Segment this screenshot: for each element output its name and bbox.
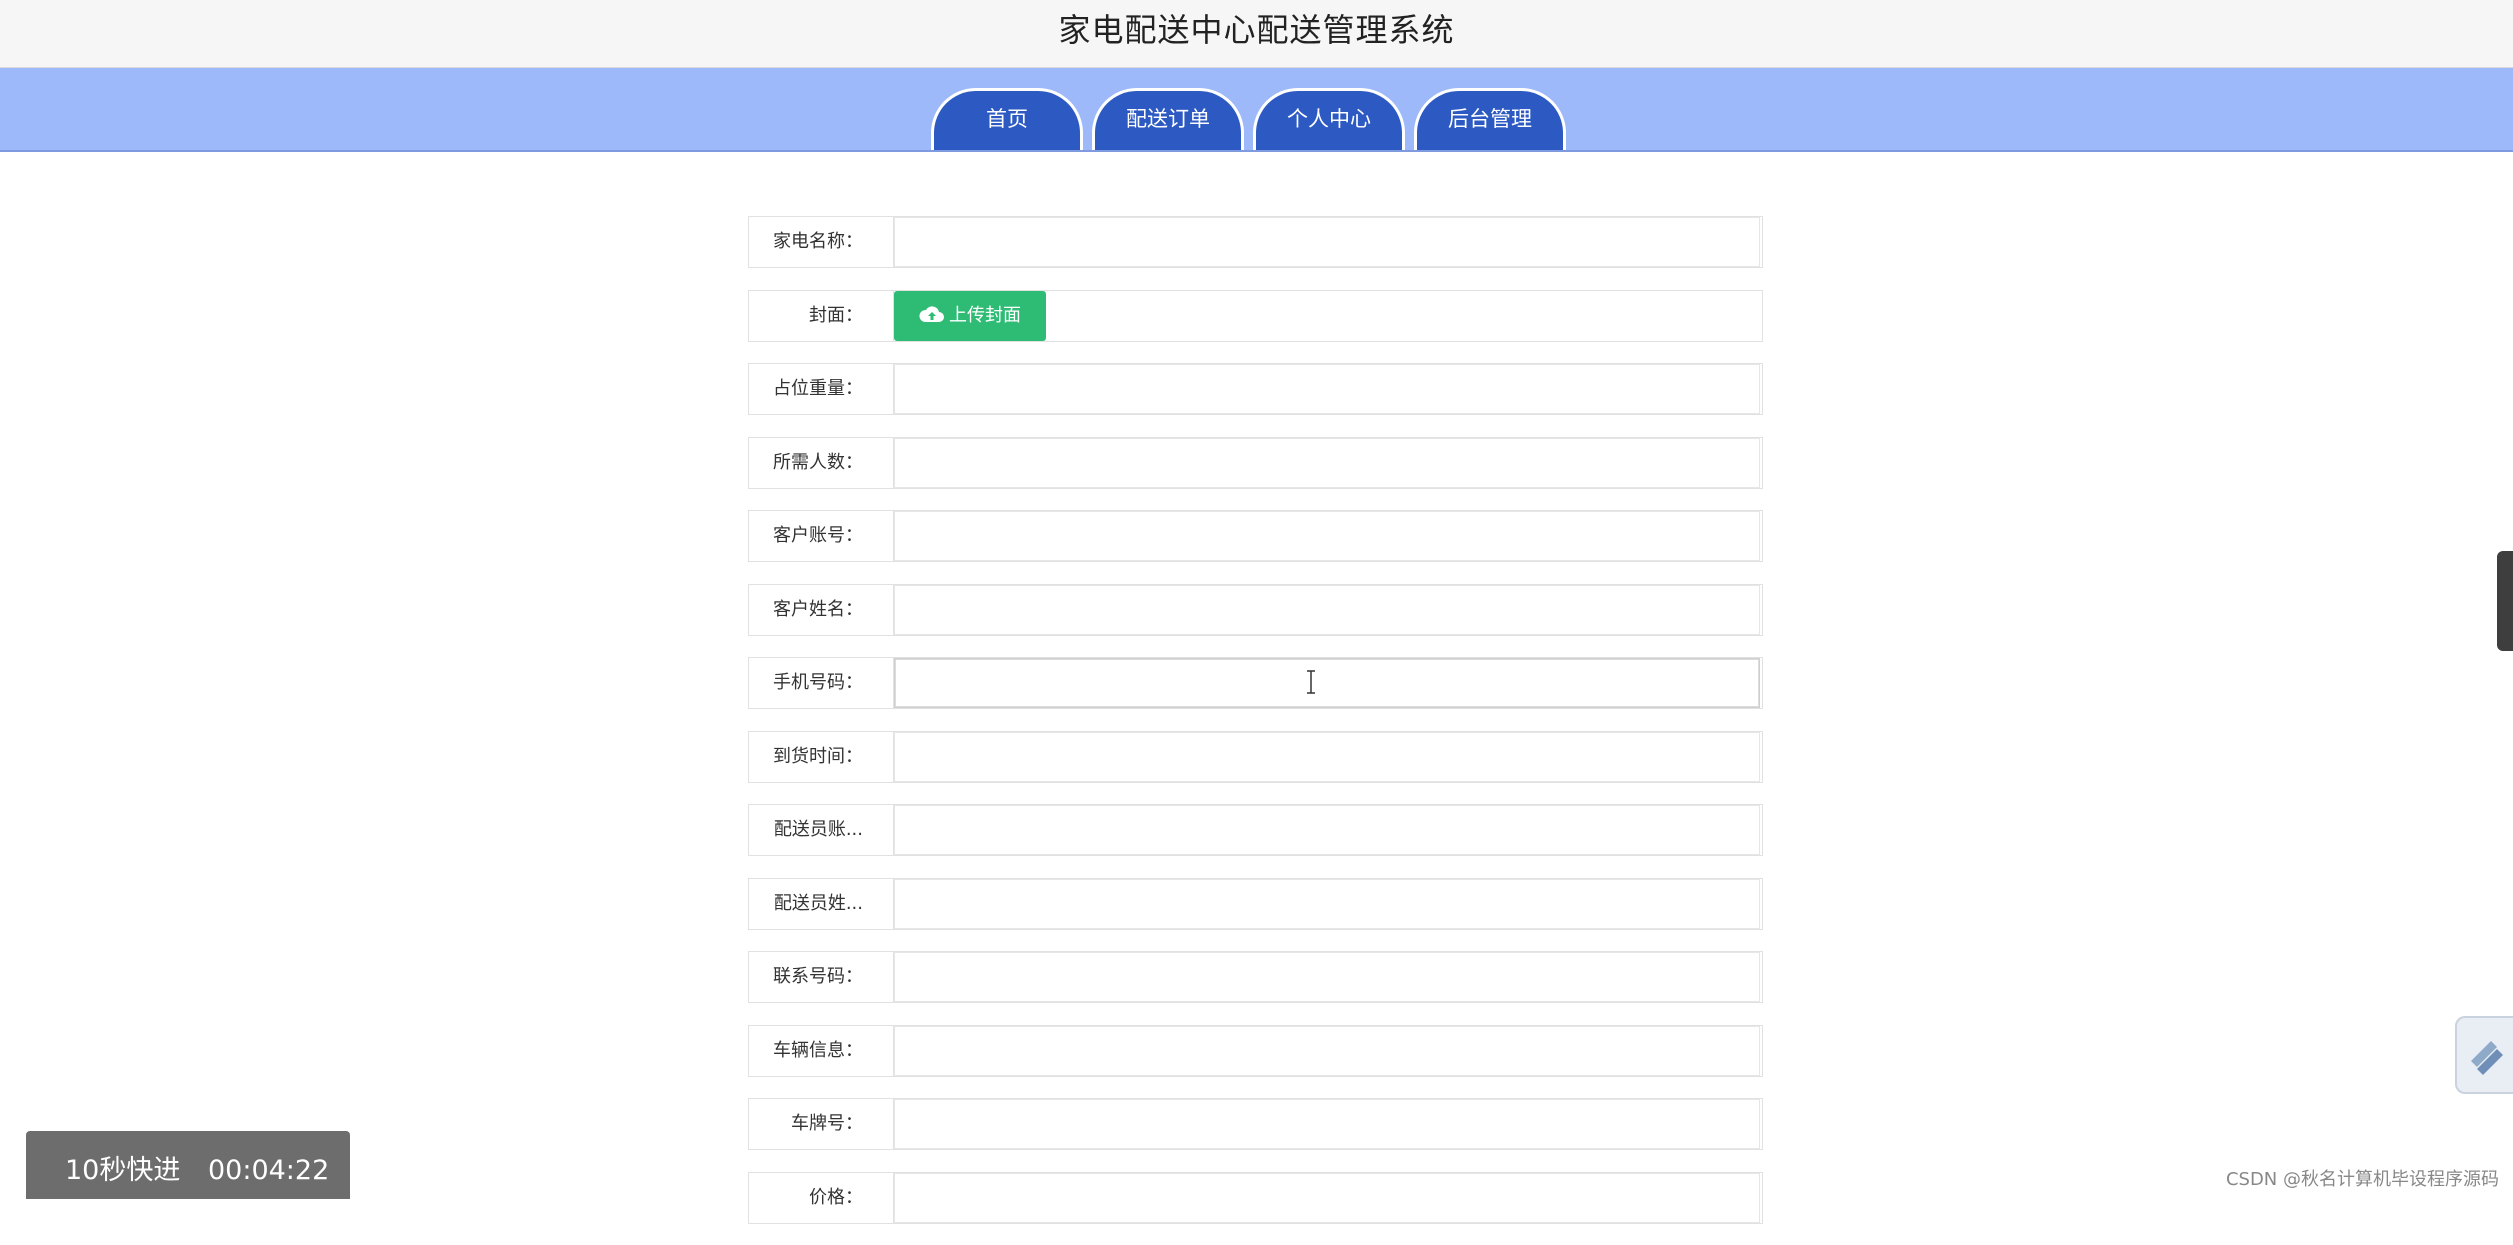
vehicle-info-input[interactable] bbox=[894, 1025, 1760, 1076]
field-cell bbox=[894, 217, 1762, 267]
plate-number-input[interactable] bbox=[894, 1099, 1760, 1149]
form-row-arrival-time: 到货时间： bbox=[748, 730, 1763, 783]
upload-cover-button[interactable]: 上传封面 bbox=[894, 290, 1046, 341]
field-cell bbox=[894, 1099, 1762, 1149]
field-label: 家电名称： bbox=[749, 217, 894, 267]
tab-personal-center[interactable]: 个人中心 bbox=[1253, 88, 1405, 150]
field-cell bbox=[894, 364, 1762, 414]
field-cell bbox=[894, 511, 1762, 561]
field-label: 封面： bbox=[749, 290, 894, 341]
tab-delivery-orders[interactable]: 配送订单 bbox=[1092, 88, 1244, 150]
upload-cover-label: 上传封面 bbox=[949, 304, 1021, 326]
field-label: 车辆信息： bbox=[749, 1025, 894, 1076]
form-row-courier-name: 配送员姓... bbox=[748, 877, 1763, 930]
customer-name-input[interactable] bbox=[894, 584, 1760, 635]
field-cell: 上传封面 bbox=[894, 290, 1762, 341]
nav-tabs: 首页 配送订单 个人中心 后台管理 bbox=[931, 88, 1566, 150]
courier-name-input[interactable] bbox=[894, 878, 1760, 929]
field-label: 联系号码： bbox=[749, 952, 894, 1002]
field-cell bbox=[894, 437, 1762, 488]
floating-action-button[interactable] bbox=[2455, 1016, 2513, 1094]
field-label: 手机号码： bbox=[749, 658, 894, 708]
fast-forward-label: 10秒快进 bbox=[65, 1155, 181, 1186]
form-row-price: 价格： bbox=[748, 1171, 1763, 1224]
playback-speed-indicator: 10秒快进 00:04:22 bbox=[26, 1131, 350, 1199]
field-label: 客户账号： bbox=[749, 511, 894, 561]
field-cell bbox=[894, 878, 1762, 929]
field-label: 客户姓名： bbox=[749, 584, 894, 635]
side-panel-handle[interactable] bbox=[2497, 551, 2513, 651]
delivery-form: 家电名称： 封面： 上传封面 占位重量： 所需人数： 客户账号： 客户姓名： 手… bbox=[748, 216, 1763, 1245]
cloud-upload-icon bbox=[919, 294, 945, 322]
phone-input[interactable] bbox=[894, 658, 1760, 708]
tab-home[interactable]: 首页 bbox=[931, 88, 1083, 150]
courier-account-input[interactable] bbox=[894, 805, 1760, 855]
field-cell bbox=[894, 731, 1762, 782]
field-label: 配送员账... bbox=[749, 805, 894, 855]
customer-account-input[interactable] bbox=[894, 511, 1760, 561]
contact-phone-input[interactable] bbox=[894, 952, 1760, 1002]
tab-admin[interactable]: 后台管理 bbox=[1414, 88, 1566, 150]
appliance-name-input[interactable] bbox=[894, 217, 1760, 267]
field-cell bbox=[894, 952, 1762, 1002]
field-label: 所需人数： bbox=[749, 437, 894, 488]
field-cell bbox=[894, 805, 1762, 855]
field-label: 到货时间： bbox=[749, 731, 894, 782]
form-row-phone: 手机号码： bbox=[748, 657, 1763, 709]
text-cursor-icon bbox=[1306, 670, 1316, 694]
title-bar: 家电配送中心配送管理系统 bbox=[0, 0, 2513, 68]
field-label: 价格： bbox=[749, 1172, 894, 1223]
form-row-plate-number: 车牌号： bbox=[748, 1098, 1763, 1150]
people-count-input[interactable] bbox=[894, 437, 1760, 488]
field-cell bbox=[894, 584, 1762, 635]
field-cell bbox=[894, 658, 1762, 708]
form-row-weight: 占位重量： bbox=[748, 363, 1763, 415]
playback-time: 00:04:22 bbox=[208, 1155, 330, 1186]
page-title: 家电配送中心配送管理系统 bbox=[1058, 11, 1455, 49]
form-row-customer-name: 客户姓名： bbox=[748, 583, 1763, 636]
brand-float-icon bbox=[2471, 1041, 2503, 1075]
form-row-people: 所需人数： bbox=[748, 436, 1763, 489]
form-row-courier-account: 配送员账... bbox=[748, 804, 1763, 856]
weight-input[interactable] bbox=[894, 364, 1760, 414]
form-row-cover: 封面： 上传封面 bbox=[748, 289, 1763, 342]
form-row-vehicle-info: 车辆信息： bbox=[748, 1024, 1763, 1077]
form-row-contact-phone: 联系号码： bbox=[748, 951, 1763, 1003]
field-cell bbox=[894, 1025, 1762, 1076]
nav-band: 首页 配送订单 个人中心 后台管理 bbox=[0, 68, 2513, 152]
form-row-customer-account: 客户账号： bbox=[748, 510, 1763, 562]
field-label: 占位重量： bbox=[749, 364, 894, 414]
form-row-appliance-name: 家电名称： bbox=[748, 216, 1763, 268]
field-label: 配送员姓... bbox=[749, 878, 894, 929]
price-input[interactable] bbox=[894, 1172, 1760, 1223]
field-cell bbox=[894, 1172, 1762, 1223]
csdn-watermark: CSDN @秋名计算机毕设程序源码 bbox=[2225, 1169, 2499, 1190]
field-label: 车牌号： bbox=[749, 1099, 894, 1149]
arrival-time-input[interactable] bbox=[894, 731, 1760, 782]
